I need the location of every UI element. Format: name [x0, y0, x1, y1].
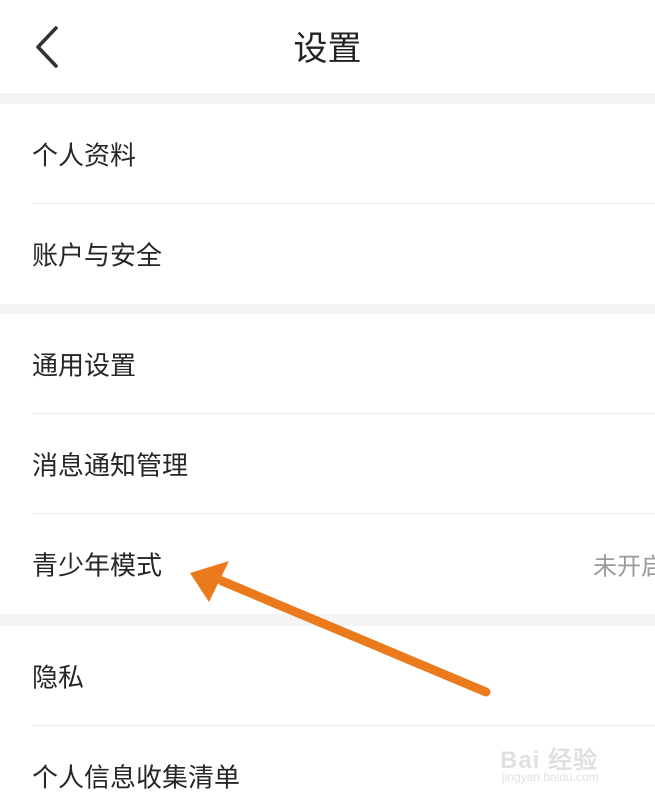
baidu-watermark: Bai 经验 jingyan.baidu.com [500, 740, 650, 790]
settings-item-teen-mode[interactable]: 青少年模式 未开启 [0, 514, 655, 614]
top-bar: 设置 [0, 0, 655, 93]
settings-item-label: 隐私 [32, 663, 85, 694]
settings-item-label: 青少年模式 [32, 551, 163, 582]
settings-group-general: 通用设置 消息通知管理 青少年模式 未开启 [0, 314, 655, 614]
settings-group-account: 个人资料 账户与安全 [0, 104, 655, 304]
settings-item-profile[interactable]: 个人资料 [0, 104, 655, 204]
settings-item-label: 个人信息收集清单 [32, 763, 241, 794]
settings-item-label: 账户与安全 [32, 241, 163, 272]
watermark-url: jingyan.baidu.com [502, 770, 599, 784]
settings-item-label: 消息通知管理 [32, 451, 189, 482]
settings-item-label: 个人资料 [32, 141, 137, 172]
settings-item-notifications[interactable]: 消息通知管理 [0, 414, 655, 514]
page-title: 设置 [293, 29, 362, 69]
settings-item-general[interactable]: 通用设置 [0, 314, 655, 414]
settings-item-label: 通用设置 [32, 351, 137, 382]
teen-mode-status: 未开启 [593, 552, 655, 581]
settings-page: 设置 个人资料 账户与安全 通用设置 消息通知管理 青少年模式 未开启 隐私 个… [0, 0, 655, 800]
settings-item-account-security[interactable]: 账户与安全 [0, 204, 655, 304]
settings-item-privacy[interactable]: 隐私 [0, 626, 655, 726]
